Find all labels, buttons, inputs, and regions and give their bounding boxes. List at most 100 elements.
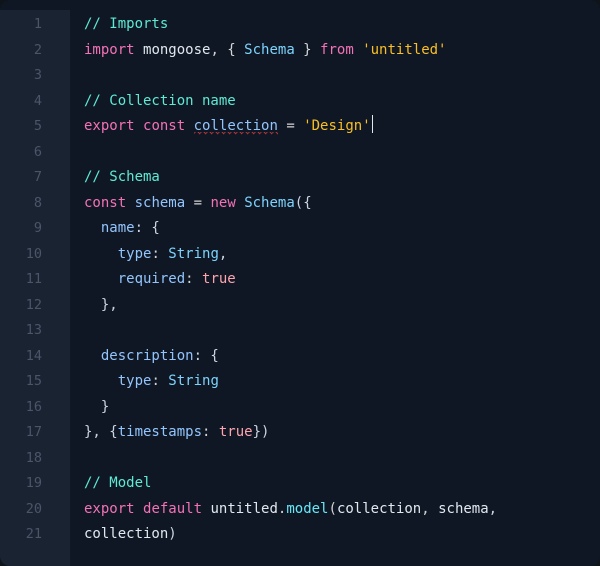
code-token: untitled: [210, 501, 277, 517]
code-line[interactable]: [84, 318, 600, 344]
line-number: 4: [0, 89, 70, 115]
line-number: 11: [0, 267, 70, 293]
code-token: (: [329, 501, 337, 517]
line-number: 3: [0, 63, 70, 89]
code-token: Schema: [244, 42, 295, 58]
code-line[interactable]: // Imports: [84, 12, 600, 38]
code-token: }, {: [84, 424, 118, 440]
code-token: String: [168, 373, 219, 389]
code-token: [135, 501, 143, 517]
code-line[interactable]: export default untitled.model(collection…: [84, 497, 600, 523]
code-token: collection: [194, 118, 278, 135]
code-line[interactable]: [84, 63, 600, 89]
code-token: type: [118, 246, 152, 262]
code-token: new: [210, 195, 235, 211]
line-number: 20: [0, 497, 70, 523]
code-token: collection: [337, 501, 421, 517]
code-area[interactable]: // Imports import mongoose, { Schema } fr…: [70, 10, 600, 566]
code-token: export: [84, 501, 135, 517]
code-token: }: [84, 399, 109, 415]
code-token: [84, 246, 118, 262]
code-token: // Collection name: [84, 93, 236, 109]
code-token: ,: [421, 501, 438, 517]
code-token: schema: [438, 501, 489, 517]
code-token: 'untitled': [362, 42, 446, 58]
code-token: }): [253, 424, 270, 440]
code-token: [84, 373, 118, 389]
code-token: : {: [135, 220, 160, 236]
line-number: 10: [0, 242, 70, 268]
code-token: true: [202, 271, 236, 287]
code-token: [135, 118, 143, 134]
code-token: ({: [295, 195, 312, 211]
code-token: :: [185, 271, 202, 287]
code-line[interactable]: export const collection = 'Design': [84, 114, 600, 140]
code-line[interactable]: // Model: [84, 471, 600, 497]
code-token: :: [202, 424, 219, 440]
code-token: true: [219, 424, 253, 440]
line-number: 2: [0, 38, 70, 64]
line-number: 18: [0, 446, 70, 472]
code-line[interactable]: type: String: [84, 369, 600, 395]
code-line[interactable]: type: String,: [84, 242, 600, 268]
code-line[interactable]: description: {: [84, 344, 600, 370]
code-token: String: [168, 246, 219, 262]
code-token: [84, 348, 101, 364]
code-token: default: [143, 501, 202, 517]
text-cursor: [372, 115, 373, 133]
code-token: const: [143, 118, 185, 134]
code-line[interactable]: [84, 446, 600, 472]
line-number: 17: [0, 420, 70, 446]
code-token: model: [286, 501, 328, 517]
code-line[interactable]: required: true: [84, 267, 600, 293]
code-token: collection: [84, 526, 168, 542]
line-number: 21: [0, 522, 70, 548]
code-token: [84, 271, 118, 287]
code-line[interactable]: }, {timestamps: true}): [84, 420, 600, 446]
code-line[interactable]: name: {: [84, 216, 600, 242]
code-editor[interactable]: 123456789101112131415161718192021 // Imp…: [0, 0, 600, 566]
code-token: [84, 220, 101, 236]
line-number: 15: [0, 369, 70, 395]
code-token: name: [101, 220, 135, 236]
line-number: 7: [0, 165, 70, 191]
line-number: 9: [0, 216, 70, 242]
line-number: 19: [0, 471, 70, 497]
line-number: 13: [0, 318, 70, 344]
code-token: [354, 42, 362, 58]
code-token: : {: [194, 348, 219, 364]
code-token: },: [84, 297, 118, 313]
code-token: timestamps: [118, 424, 202, 440]
code-line[interactable]: // Schema: [84, 165, 600, 191]
code-token: :: [151, 373, 168, 389]
code-token: , {: [210, 42, 244, 58]
line-number-gutter: 123456789101112131415161718192021: [0, 10, 70, 566]
line-number: 5: [0, 114, 70, 140]
code-token: ,: [489, 501, 497, 517]
line-number: 1: [0, 12, 70, 38]
code-token: from: [320, 42, 354, 58]
line-number: 8: [0, 191, 70, 217]
code-line[interactable]: // Collection name: [84, 89, 600, 115]
code-token: required: [118, 271, 185, 287]
code-token: 'Design': [303, 118, 370, 134]
code-token: ): [168, 526, 176, 542]
code-token: // Imports: [84, 16, 168, 32]
code-token: description: [101, 348, 194, 364]
code-line[interactable]: }: [84, 395, 600, 421]
code-token: =: [185, 195, 210, 211]
code-line[interactable]: const schema = new Schema({: [84, 191, 600, 217]
code-token: Schema: [244, 195, 295, 211]
code-token: [135, 42, 143, 58]
code-token: // Model: [84, 475, 151, 491]
code-token: ,: [219, 246, 227, 262]
code-token: export: [84, 118, 135, 134]
code-token: }: [295, 42, 320, 58]
code-token: mongoose: [143, 42, 210, 58]
code-line[interactable]: },: [84, 293, 600, 319]
code-line[interactable]: [84, 140, 600, 166]
code-line[interactable]: import mongoose, { Schema } from 'untitl…: [84, 38, 600, 64]
code-token: :: [151, 246, 168, 262]
code-token: [126, 195, 134, 211]
code-line[interactable]: collection): [84, 522, 600, 548]
